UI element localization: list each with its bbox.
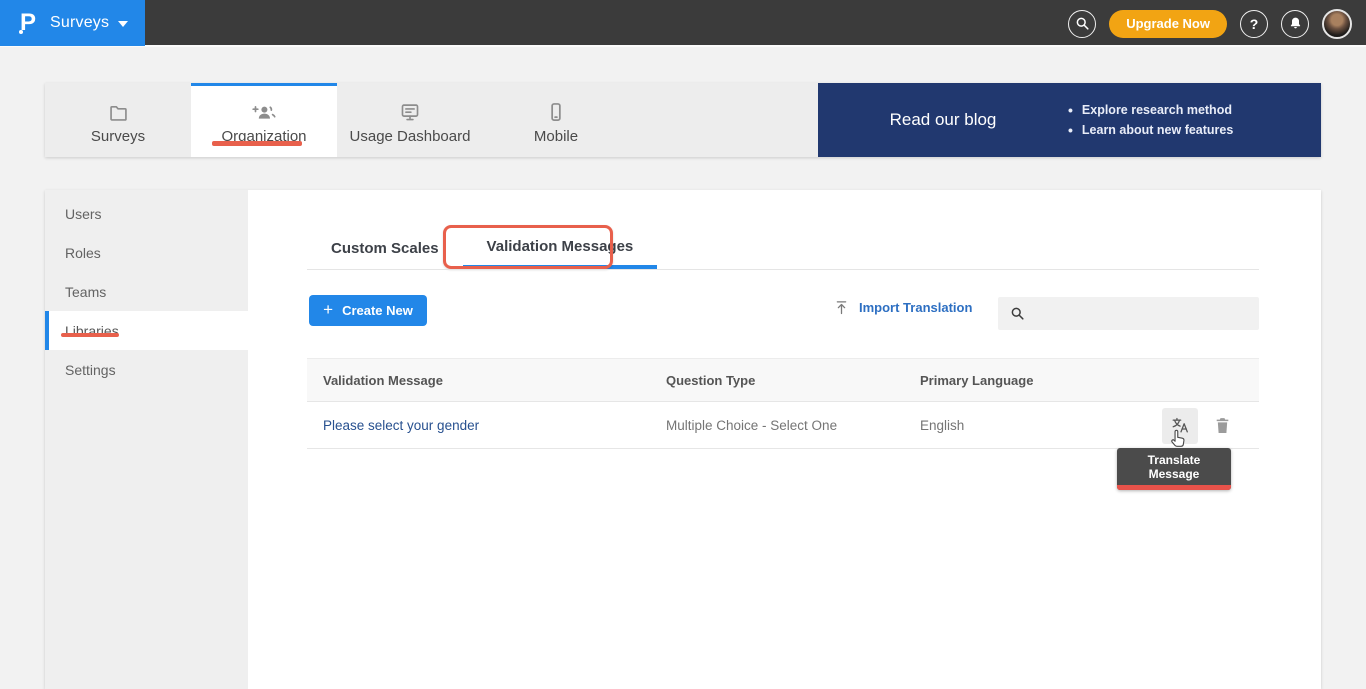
topbar: P Surveys Upgrade Now ?: [0, 0, 1366, 47]
col-header-validation-message: Validation Message: [307, 373, 650, 388]
sidebar-item-libraries[interactable]: Libraries: [45, 311, 248, 350]
module-nav: Surveys Organization Usage: [45, 83, 1321, 157]
trash-icon: [1214, 416, 1231, 435]
module-tab-usage-dashboard[interactable]: Usage Dashboard: [337, 83, 483, 157]
sidebar-item-users[interactable]: Users: [45, 194, 248, 233]
sidebar-item-settings[interactable]: Settings: [45, 350, 248, 389]
import-translation-label: Import Translation: [859, 300, 972, 315]
module-tab-label: Surveys: [91, 128, 145, 145]
sidebar-item-label: Teams: [65, 284, 106, 300]
blog-banner-title: Read our blog: [818, 110, 1068, 130]
help-button[interactable]: ?: [1240, 10, 1268, 38]
sidebar-item-label: Users: [65, 206, 102, 222]
upload-icon: [834, 299, 849, 316]
validation-message-link[interactable]: Please select your gender: [323, 418, 479, 433]
tabs-divider: [307, 269, 1259, 270]
sidebar-item-roles[interactable]: Roles: [45, 233, 248, 272]
annotation-underline-tooltip: [1117, 485, 1231, 490]
folder-icon: [107, 99, 130, 123]
search-icon: [1010, 306, 1025, 321]
create-new-button[interactable]: + Create New: [309, 295, 427, 326]
questionpro-logo-icon: P: [20, 11, 36, 35]
col-header-question-type: Question Type: [650, 373, 904, 388]
blog-banner[interactable]: Read our blog Explore research method Le…: [818, 83, 1321, 157]
translate-tooltip: Translate Message: [1117, 448, 1231, 490]
group-add-icon: [250, 99, 278, 123]
libraries-tabs: Custom Scales Validation Messages: [307, 228, 657, 269]
bell-icon: [1288, 16, 1303, 31]
blog-banner-bullets: Explore research method Learn about new …: [1068, 98, 1233, 142]
search-button[interactable]: [1068, 10, 1096, 38]
plus-icon: +: [323, 300, 333, 320]
tab-label: Validation Messages: [487, 238, 634, 255]
search-input[interactable]: [1034, 306, 1247, 321]
table-search[interactable]: [998, 297, 1259, 330]
blog-bullet: Explore research method: [1068, 102, 1233, 118]
sidebar-item-label: Settings: [65, 362, 116, 378]
tab-custom-scales[interactable]: Custom Scales: [307, 228, 463, 269]
product-name: Surveys: [50, 14, 109, 32]
module-tab-surveys[interactable]: Surveys: [45, 83, 191, 157]
libraries-content: Custom Scales Validation Messages + Crea…: [307, 190, 1259, 689]
blog-bullet: Learn about new features: [1068, 122, 1233, 138]
module-tab-label: Mobile: [534, 128, 578, 145]
validation-messages-table: Validation Message Question Type Primary…: [307, 358, 1259, 449]
chevron-down-icon: [118, 21, 128, 27]
module-tab-label: Usage Dashboard: [350, 128, 471, 145]
col-header-primary-language: Primary Language: [904, 373, 1259, 388]
delete-message-button[interactable]: [1214, 416, 1231, 435]
avatar[interactable]: [1322, 9, 1352, 39]
mobile-icon: [545, 99, 567, 123]
sidebar-item-label: Roles: [65, 245, 101, 261]
import-translation-link[interactable]: Import Translation: [834, 296, 972, 318]
tab-validation-messages[interactable]: Validation Messages: [463, 228, 658, 269]
main-panel: Users Roles Teams Libraries Settings Cus…: [45, 190, 1321, 689]
help-icon: ?: [1250, 16, 1259, 32]
annotation-underline-libraries: [61, 333, 119, 337]
search-icon: [1075, 16, 1090, 31]
org-sidebar: Users Roles Teams Libraries Settings: [45, 190, 248, 689]
sidebar-item-teams[interactable]: Teams: [45, 272, 248, 311]
translate-message-button[interactable]: [1162, 408, 1198, 444]
row-actions: [1146, 402, 1231, 449]
notifications-button[interactable]: [1281, 10, 1309, 38]
tab-label: Custom Scales: [331, 240, 439, 257]
translate-icon: [1171, 416, 1190, 435]
tooltip-text: Translate Message: [1117, 448, 1231, 485]
upgrade-now-button[interactable]: Upgrade Now: [1109, 10, 1227, 38]
dashboard-icon: [398, 99, 422, 123]
module-tab-mobile[interactable]: Mobile: [483, 83, 629, 157]
annotation-underline-organization: [212, 141, 302, 146]
product-switcher[interactable]: P Surveys: [0, 0, 145, 46]
table-header-row: Validation Message Question Type Primary…: [307, 358, 1259, 402]
table-row: Please select your gender Multiple Choic…: [307, 402, 1259, 449]
create-new-label: Create New: [342, 303, 413, 318]
question-type-cell: Multiple Choice - Select One: [650, 418, 904, 433]
